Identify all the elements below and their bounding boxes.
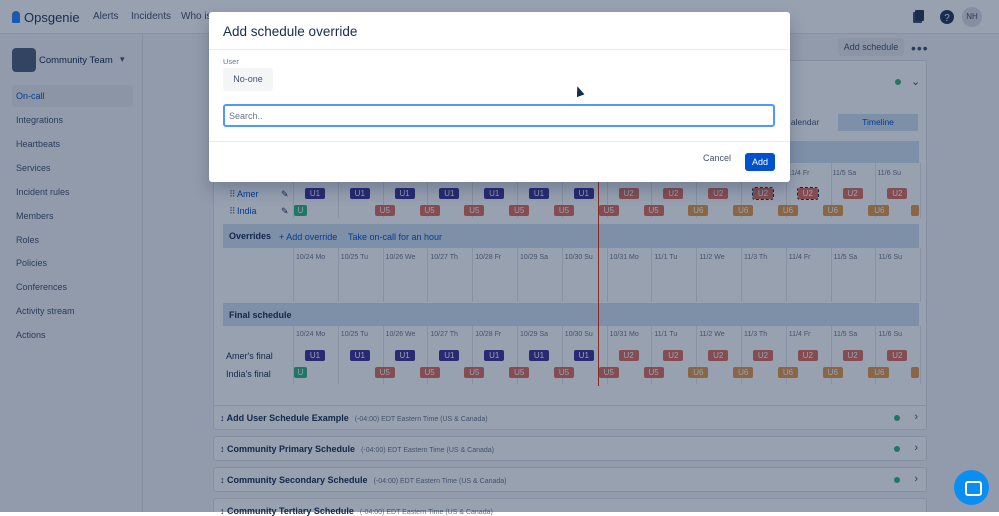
user-selector-button[interactable]: No-one <box>223 68 273 91</box>
add-button[interactable]: Add <box>745 153 775 171</box>
chat-support-icon[interactable] <box>954 470 989 505</box>
dialog-title: Add schedule override <box>223 24 358 39</box>
divider <box>209 141 790 142</box>
user-search-input[interactable] <box>223 104 775 127</box>
cancel-button[interactable]: Cancel <box>703 153 731 163</box>
divider <box>209 49 790 50</box>
user-field-label: User <box>223 57 239 66</box>
add-override-dialog: Add schedule override User No-one Cancel… <box>209 12 790 182</box>
